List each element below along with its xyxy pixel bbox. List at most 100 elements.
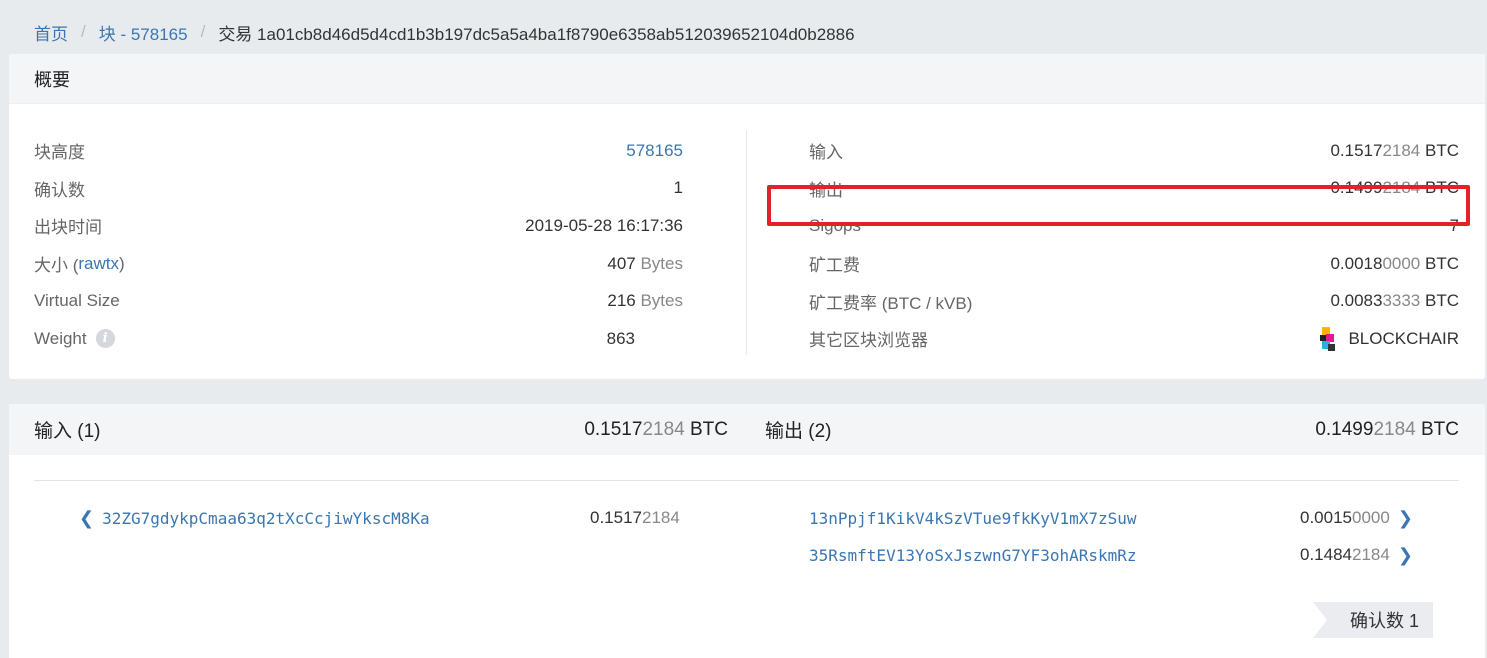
size-label: 大小 (rawtx) — [34, 251, 125, 276]
row-output-total: 输出 0.1499 2184 BTC — [809, 170, 1459, 208]
input-total-unit: BTC — [1420, 140, 1459, 160]
fee-rate-main: 0.0083 — [1330, 291, 1383, 311]
output-amount-main: 0.1484 — [1300, 545, 1352, 564]
input-address-link[interactable]: 32ZG7gdykpCmaa63q2tXcCcjiwYkscM8Ka — [102, 509, 430, 528]
chevron-left-icon[interactable]: ❮ — [79, 508, 94, 529]
input-total-dim: 2184 — [1382, 140, 1421, 160]
fee-rate-value: 0.0083 3333 BTC — [1330, 291, 1459, 311]
confirmations-badge: 确认数 1 — [1313, 602, 1433, 638]
output-amount: 0.0015 0000 ❯ — [1300, 506, 1413, 530]
miner-fee-dim: 0000 — [1382, 253, 1421, 273]
size-label-paren: ) — [119, 253, 125, 273]
summary-card: 概要 块高度 578165 确认数 1 出块时间 2019-05-28 16:1… — [9, 54, 1485, 379]
output-amount: 0.1484 2184 ❯ — [1300, 543, 1413, 567]
miner-fee-main: 0.0018 — [1330, 253, 1383, 273]
breadcrumb-separator: / — [81, 22, 86, 41]
fee-rate-label: 矿工费率 (BTC / kVB) — [809, 293, 973, 313]
weight-label: Weight i — [34, 329, 115, 349]
row-weight: Weight i 863 — [34, 320, 683, 358]
breadcrumb-home-link[interactable]: 首页 — [34, 20, 68, 45]
inputs-title: 输入 (1) — [34, 421, 101, 442]
row-virtual-size: Virtual Size 216 Bytes — [34, 282, 683, 320]
tx-io-card: 输入 (1) 0.15172184 BTC 输出 (2) 0.14992184 … — [9, 404, 1485, 658]
summary-right-column: 输入 0.1517 2184 BTC 输出 0.1499 2184 BTC Sigo… — [809, 132, 1459, 358]
input-amount: 0.1517 2184 — [590, 506, 680, 530]
miner-fee-unit: BTC — [1420, 253, 1459, 273]
block-time-label: 出块时间 — [34, 218, 102, 238]
block-height-link[interactable]: 578165 — [626, 141, 683, 161]
summary-header: 概要 — [9, 54, 1485, 104]
rawtx-link[interactable]: rawtx — [78, 254, 119, 274]
breadcrumb-block-link[interactable]: 块 - 578165 — [99, 20, 188, 45]
sigops-label: Sigops — [809, 215, 861, 235]
row-block-height: 块高度 578165 — [34, 132, 683, 170]
row-size: 大小 (rawtx) 407 Bytes — [34, 245, 683, 283]
sigops-value: 7 — [1449, 215, 1459, 235]
size-unit: Bytes — [635, 253, 683, 273]
output-row: 35RsmftEV13YoSxJszwnG7YF3ohARskmRz — [809, 543, 1137, 567]
output-total-value: 0.1499 2184 BTC — [1330, 178, 1459, 198]
output-total-main: 0.1499 — [1330, 178, 1383, 198]
breadcrumb-current: 交易 1a01cb8d46d5d4cd1b3b197dc5a5a4ba1f879… — [218, 24, 855, 44]
other-explorers-label: 其它区块浏览器 — [809, 331, 928, 351]
output-address-link[interactable]: 35RsmftEV13YoSxJszwnG7YF3ohARskmRz — [809, 546, 1137, 565]
blockchair-logo-icon — [1320, 326, 1336, 351]
row-miner-fee: 矿工费 0.0018 0000 BTC — [809, 245, 1459, 283]
miner-fee-value: 0.0018 0000 BTC — [1330, 254, 1459, 274]
tx-io-header: 输入 (1) 0.15172184 BTC 输出 (2) 0.14992184 … — [9, 404, 1485, 455]
blockchair-link[interactable]: BLOCKCHAIR — [1319, 326, 1459, 352]
row-confirmations: 确认数 1 — [34, 170, 683, 208]
virtual-size-value: 216 Bytes — [607, 291, 683, 311]
tx-divider — [34, 480, 1459, 481]
virtual-size-label: Virtual Size — [34, 291, 120, 311]
outputs-total-dim: 2184 — [1373, 418, 1416, 440]
output-total-unit: BTC — [1420, 178, 1459, 198]
miner-fee-label: 矿工费 — [809, 256, 860, 276]
virtual-size-unit: Bytes — [635, 291, 683, 311]
inputs-total-dim: 2184 — [642, 418, 685, 440]
summary-left-column: 块高度 578165 确认数 1 出块时间 2019-05-28 16:17:3… — [34, 132, 683, 358]
row-input-total: 输入 0.1517 2184 BTC — [809, 132, 1459, 170]
chevron-right-icon[interactable]: ❯ — [1398, 508, 1413, 529]
block-time-value: 2019-05-28 16:17:36 — [525, 215, 683, 235]
inputs-total-unit: BTC — [684, 418, 728, 440]
breadcrumb: 首页 / 块 - 578165 / 交易 1a01cb8d46d5d4cd1b3… — [34, 20, 855, 44]
inputs-total-main: 0.1517 — [584, 418, 643, 440]
confirmations-label: 确认数 — [34, 180, 85, 200]
size-label-text: 大小 ( — [34, 256, 79, 276]
summary-title: 概要 — [34, 69, 70, 90]
info-icon[interactable]: i — [95, 329, 115, 349]
input-total-label: 输入 — [809, 143, 843, 163]
row-other-explorers: 其它区块浏览器 BLOCKCHAIR — [809, 320, 1459, 358]
output-row: 13nPpjf1KikV4kSzVTue9fkKyV1mX7zSuw — [809, 506, 1137, 530]
outputs-total-unit: BTC — [1415, 418, 1459, 440]
row-sigops: Sigops 7 — [809, 207, 1459, 245]
fee-rate-dim: 3333 — [1382, 291, 1421, 311]
output-total-label: 输出 — [809, 180, 843, 200]
outputs-title: 输出 (2) — [765, 421, 832, 442]
column-divider — [746, 130, 747, 355]
outputs-total-main: 0.1499 — [1315, 418, 1374, 440]
fee-rate-unit: BTC — [1420, 291, 1459, 311]
output-total-dim: 2184 — [1382, 178, 1421, 198]
output-amount-dim: 2184 — [1352, 545, 1390, 564]
size-number: 407 — [607, 253, 636, 273]
input-total-main: 0.1517 — [1330, 140, 1383, 160]
output-amount-dim: 0000 — [1352, 508, 1390, 527]
size-value: 407 Bytes — [607, 254, 683, 274]
blockchair-label: BLOCKCHAIR — [1348, 328, 1459, 348]
inputs-total: 0.15172184 BTC — [584, 419, 728, 441]
virtual-size-number: 216 — [607, 291, 636, 311]
breadcrumb-separator: / — [200, 22, 206, 41]
row-block-time: 出块时间 2019-05-28 16:17:36 — [34, 207, 683, 245]
input-total-value: 0.1517 2184 BTC — [1330, 141, 1459, 161]
outputs-total: 0.14992184 BTC — [1315, 419, 1459, 441]
block-height-label: 块高度 — [34, 143, 85, 163]
confirmations-value: 1 — [673, 178, 683, 198]
weight-value: 863 — [606, 328, 635, 348]
row-fee-rate: 矿工费率 (BTC / kVB) 0.0083 3333 BTC — [809, 282, 1459, 320]
output-address-link[interactable]: 13nPpjf1KikV4kSzVTue9fkKyV1mX7zSuw — [809, 509, 1137, 528]
chevron-right-icon[interactable]: ❯ — [1398, 545, 1413, 566]
confirmations-badge-text: 确认数 1 — [1349, 611, 1419, 631]
input-amount-dim: 2184 — [642, 508, 680, 527]
